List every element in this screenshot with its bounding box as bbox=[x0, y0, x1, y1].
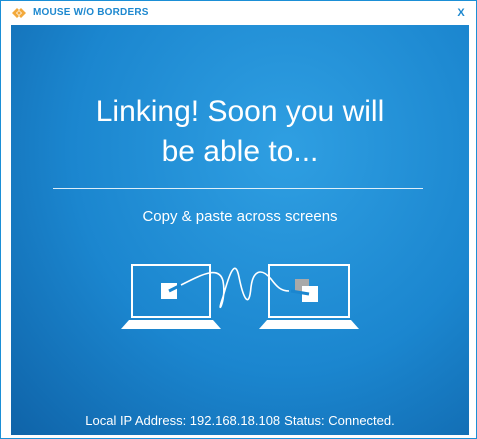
mouse-without-borders-logo-icon bbox=[10, 5, 28, 21]
connection-status: Status: Connected. bbox=[284, 413, 395, 428]
headline-line-1: Linking! Soon you will bbox=[95, 95, 385, 128]
local-ip-address: Local IP Address: 192.168.18.108 bbox=[85, 413, 281, 428]
window-title: MOUSE W/O BORDERS bbox=[33, 7, 149, 18]
status-line: Local IP Address: 192.168.18.108 Status: … bbox=[11, 413, 469, 428]
headline-line-2: be able to... bbox=[161, 135, 319, 168]
two-laptops-connected-icon bbox=[111, 257, 371, 357]
headline: Linking! Soon you will be able to... bbox=[11, 92, 469, 172]
feature-text: Copy & paste across screens bbox=[142, 208, 338, 225]
divider bbox=[53, 188, 423, 189]
content-panel: Linking! Soon you will be able to... Cop… bbox=[11, 25, 469, 435]
app-window: MOUSE W/O BORDERS X Linking! Soon you wi… bbox=[0, 0, 477, 439]
close-button[interactable]: X bbox=[452, 4, 470, 22]
title-bar[interactable]: MOUSE W/O BORDERS X bbox=[1, 1, 476, 25]
